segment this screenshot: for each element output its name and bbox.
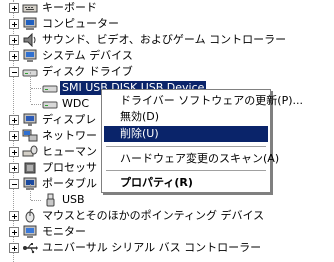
tree-item-label: プロセッサ — [42, 161, 97, 174]
tree-item-label: キーボード — [42, 1, 97, 14]
tree-item-usb-controllers[interactable]: ユニバーサル シリアル バス コントローラー — [0, 240, 334, 256]
tree-item-label: ヒューマン — [42, 145, 97, 158]
menu-item-disable[interactable]: 無効(D) — [104, 109, 268, 125]
menu-item-scan-hardware[interactable]: ハードウェア変更のスキャン(A) — [104, 151, 279, 167]
monitor-icon — [23, 225, 37, 238]
menu-item-update-driver[interactable]: ドライバー ソフトウェアの更新(P)... — [104, 93, 303, 109]
tree-item-label: USB — [62, 193, 85, 206]
usb-device-icon — [46, 193, 55, 207]
menu-separator — [106, 146, 266, 148]
tree-item-mice[interactable]: マウスとそのほかのポインティング デバイス — [0, 208, 334, 224]
keyboard-icon — [22, 4, 38, 13]
collapse-button[interactable] — [9, 67, 19, 77]
computer-icon — [23, 17, 37, 30]
expand-button[interactable] — [9, 3, 19, 13]
expand-button[interactable] — [9, 163, 19, 173]
tree-item-label: システム デバイス — [42, 49, 133, 62]
tree-item-label: WDC — [62, 97, 90, 110]
tree-item-disk-drives[interactable]: ディスク ドライブ — [0, 64, 334, 80]
expand-button[interactable] — [9, 115, 19, 125]
expand-button[interactable] — [9, 147, 19, 157]
disk-drive-icon — [42, 85, 58, 93]
expand-button[interactable] — [9, 227, 19, 237]
tree-item-system-devices[interactable]: システム デバイス — [0, 48, 334, 64]
hid-icon — [22, 145, 38, 157]
tree-item-keyboard[interactable]: キーボード — [0, 0, 334, 16]
tree-item-sound-video-game[interactable]: サウンド、ビデオ、およびゲーム コントローラー — [0, 32, 334, 48]
display-adapter-icon — [23, 113, 37, 126]
tree-connector-line — [31, 88, 41, 89]
menu-item-properties[interactable]: プロパティ(R) — [104, 175, 268, 191]
context-menu: ドライバー ソフトウェアの更新(P)... 無効(D) 削除(U) ハードウェア… — [101, 89, 303, 193]
expand-button[interactable] — [9, 211, 19, 221]
tree-item-label: サウンド、ビデオ、およびゲーム コントローラー — [42, 33, 287, 46]
tree-item-label: マウスとそのほかのポインティング デバイス — [42, 209, 265, 222]
collapse-button[interactable] — [9, 179, 19, 189]
tree-item-label: ディスプレ — [42, 113, 97, 126]
expand-button[interactable] — [9, 131, 19, 141]
system-device-icon — [23, 49, 37, 62]
tree-connector-line — [31, 104, 41, 105]
tree-item-label: コンピューター — [42, 17, 119, 30]
usb-controller-icon — [23, 243, 38, 254]
tree-item-label: ポータブル — [42, 177, 97, 190]
tree-item-label: ユニバーサル シリアル バス コントローラー — [42, 241, 262, 254]
disk-drive-icon — [42, 101, 58, 109]
mouse-icon — [25, 209, 35, 223]
tree-item-usb-portable[interactable]: USB — [0, 192, 334, 208]
tree-item-label: ディスク ドライブ — [42, 65, 133, 78]
processor-icon — [24, 162, 36, 174]
menu-separator — [106, 170, 266, 172]
tree-item-monitors[interactable]: モニター — [0, 224, 334, 240]
speaker-icon — [23, 33, 36, 47]
tree-item-label: モニター — [42, 225, 86, 238]
expand-button[interactable] — [9, 51, 19, 61]
expand-button[interactable] — [9, 243, 19, 253]
tree-item-label: ネットワー — [42, 129, 97, 142]
network-icon — [22, 129, 38, 142]
menu-item-uninstall[interactable]: 削除(U) — [104, 126, 268, 142]
tree-item-computer[interactable]: コンピューター — [0, 16, 334, 32]
expand-button[interactable] — [9, 19, 19, 29]
tree-connector-line — [31, 200, 41, 201]
expand-button[interactable] — [9, 35, 19, 45]
